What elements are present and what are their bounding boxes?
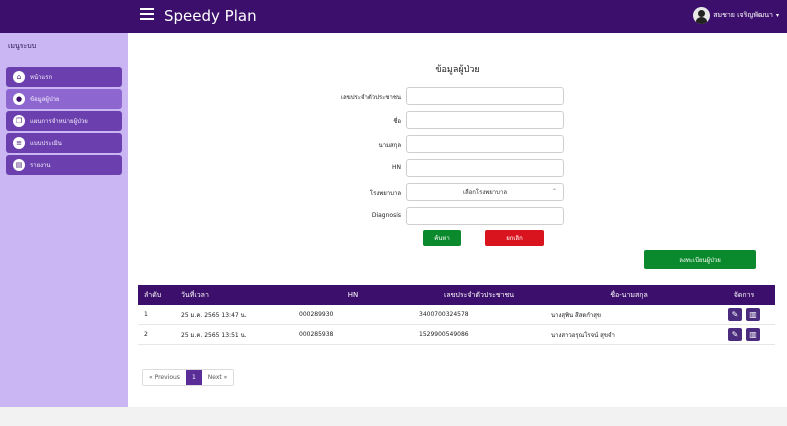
sidebar-title: เมนูระบบ — [8, 42, 37, 50]
trash-icon[interactable]: ▥ — [746, 308, 760, 321]
diagnosis-input[interactable] — [406, 207, 564, 225]
pagination-previous[interactable]: « Previous — [143, 370, 186, 385]
cell-citizen-id: 1529900549086 — [419, 331, 469, 338]
user-icon: ● — [13, 93, 25, 105]
hospital-select-value: เลือกโรงพยาบาล — [462, 189, 508, 196]
cell-actions: ✎ ▥ — [713, 308, 775, 321]
form-row-citizen-id: เลขประจำตัวประชาชน — [128, 87, 787, 105]
col-header-citizen-id: เลขประจำตัวประชาชน — [443, 290, 515, 299]
first-name-label: ชื่อ — [393, 118, 401, 125]
sidebar-item-assessment[interactable]: ≡ แบบประเมิน — [6, 133, 122, 153]
hn-label: HN — [392, 164, 401, 171]
cell-no: 1 — [144, 311, 148, 318]
col-header-datetime: วันที่เวลา — [181, 290, 209, 299]
caret-down-icon: ▾ — [775, 12, 779, 19]
select-arrow-icon: ⌃ — [551, 188, 557, 195]
diagnosis-label: Diagnosis — [371, 212, 401, 219]
user-menu[interactable]: สมชาย เจริญพัฒนา ▾ — [693, 7, 779, 24]
sidebar-item-label: แผนการจำหน่ายผู้ป่วย — [30, 118, 88, 125]
sidebar-item-label: หน้าแรก — [30, 74, 53, 81]
col-header-name: ชื่อ-นามสกุล — [610, 290, 648, 299]
cell-actions: ✎ ▥ — [713, 328, 775, 341]
main-content: ข้อมูลผู้ป่วย เลขประจำตัวประชาชน ชื่อ นา… — [128, 33, 787, 407]
sidebar-item-label: ข้อมูลผู้ป่วย — [30, 96, 60, 103]
first-name-input[interactable] — [406, 111, 564, 129]
pagination: « Previous 1 Next » — [142, 369, 235, 386]
cell-name: นางสุพิน สีสดกำสุข — [551, 311, 602, 319]
cell-datetime: 25 ม.ค. 2565 13:51 น. — [181, 331, 247, 339]
trash-icon[interactable]: ▥ — [746, 328, 760, 341]
sidebar: เมนูระบบ ⌂ หน้าแรก ● ข้อมูลผู้ป่วย ❐ แผน… — [0, 33, 128, 407]
hamburger-menu-icon[interactable] — [140, 8, 154, 20]
col-header-actions: จัดการ — [733, 290, 755, 299]
cancel-button[interactable]: ยกเลิก — [485, 230, 544, 246]
hospital-select[interactable]: เลือกโรงพยาบาล ⌃ — [406, 183, 564, 201]
form-row-hospital: โรงพยาบาล เลือกโรงพยาบาล ⌃ — [128, 183, 787, 201]
col-header-hn: HN — [347, 291, 359, 299]
cell-no: 2 — [144, 331, 148, 338]
cell-citizen-id: 3400700324578 — [419, 311, 469, 318]
cell-hn: 000289930 — [299, 311, 334, 318]
pagination-page-1[interactable]: 1 — [185, 370, 202, 385]
form-row-first-name: ชื่อ — [128, 111, 787, 129]
page-title: ข้อมูลผู้ป่วย — [435, 65, 480, 75]
cell-datetime: 25 ม.ค. 2565 13:47 น. — [181, 311, 247, 319]
citizen-id-label: เลขประจำตัวประชาชน — [340, 94, 401, 101]
table-row: 1 25 ม.ค. 2565 13:47 น. 000289930 340070… — [138, 305, 775, 325]
form-row-diagnosis: Diagnosis — [128, 207, 787, 225]
sidebar-item-discharge-plan[interactable]: ❐ แผนการจำหน่ายผู้ป่วย — [6, 111, 122, 131]
table-header: ลำดับ วันที่เวลา HN เลขประจำตัวประชาชน ช… — [138, 285, 775, 305]
sidebar-item-home[interactable]: ⌂ หน้าแรก — [6, 67, 122, 87]
edit-icon[interactable]: ✎ — [728, 328, 742, 341]
form-row-last-name: นามสกุล — [128, 135, 787, 153]
app-brand[interactable]: Speedy Plan — [164, 7, 257, 25]
top-navbar: Speedy Plan สมชาย เจริญพัฒนา ▾ — [0, 0, 787, 33]
user-avatar-icon — [693, 7, 711, 24]
footer — [0, 407, 787, 426]
patient-table: ลำดับ วันที่เวลา HN เลขประจำตัวประชาชน ช… — [138, 285, 775, 345]
edit-icon[interactable]: ✎ — [728, 308, 742, 321]
file-icon: ▤ — [13, 159, 25, 171]
pagination-next[interactable]: Next » — [201, 370, 234, 385]
home-icon: ⌂ — [13, 71, 25, 83]
form-row-hn: HN — [128, 159, 787, 177]
sidebar-item-label: แบบประเมิน — [30, 140, 62, 147]
last-name-input[interactable] — [406, 135, 564, 153]
search-button[interactable]: ค้นหา — [423, 230, 461, 246]
col-header-no: ลำดับ — [144, 290, 162, 299]
copy-icon: ❐ — [13, 115, 25, 127]
hn-input[interactable] — [406, 159, 564, 177]
sidebar-item-label: รายงาน — [30, 162, 51, 169]
citizen-id-input[interactable] — [406, 87, 564, 105]
list-icon: ≡ — [13, 137, 25, 149]
cell-name: นางสาวอรุณโรจน์ สุขจำ — [551, 331, 615, 339]
sidebar-item-patient-info[interactable]: ● ข้อมูลผู้ป่วย — [6, 89, 122, 109]
user-name: สมชาย เจริญพัฒนา — [713, 11, 773, 19]
table-row: 2 25 ม.ค. 2565 13:51 น. 000285938 152990… — [138, 325, 775, 345]
hospital-label: โรงพยาบาล — [369, 190, 401, 197]
last-name-label: นามสกุล — [378, 142, 401, 149]
sidebar-item-report[interactable]: ▤ รายงาน — [6, 155, 122, 175]
cell-hn: 000285938 — [299, 331, 334, 338]
register-patient-button[interactable]: ลงทะเบียนผู้ป่วย — [644, 250, 756, 269]
